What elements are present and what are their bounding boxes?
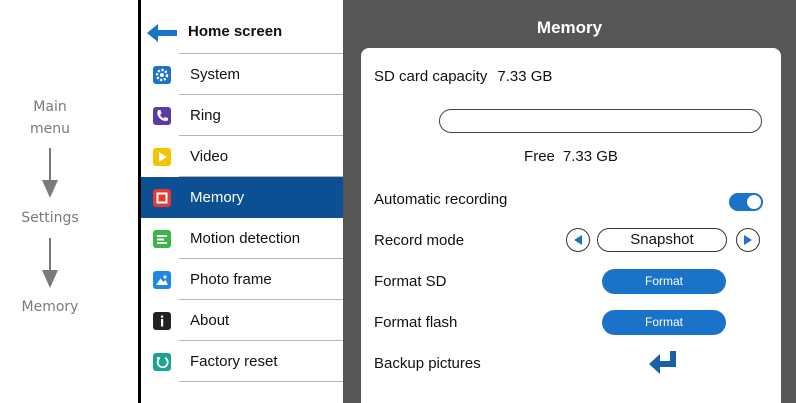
sidebar-item-label: System bbox=[190, 66, 241, 83]
home-screen-label: Home screen bbox=[188, 23, 283, 40]
memory-panel: Memory SD card capacity 7.33 GB Free 7.33 … bbox=[343, 0, 796, 403]
sd-capacity-label: SD card capacity bbox=[374, 68, 488, 85]
sd-capacity-row: SD card capacity 7.33 GB bbox=[374, 68, 552, 85]
toggle-knob bbox=[747, 195, 761, 209]
annotation-path: Main menu Settings Memory bbox=[0, 0, 138, 403]
format-flash-button[interactable]: Format bbox=[602, 310, 726, 335]
format-sd-button[interactable]: Format bbox=[602, 269, 726, 294]
info-icon bbox=[153, 312, 171, 330]
automatic-recording-toggle[interactable] bbox=[729, 193, 763, 211]
device-screen: Home screen System Ring Video Memory Mot… bbox=[138, 0, 796, 403]
page-title: Memory bbox=[536, 18, 603, 37]
format-sd-label: Format SD bbox=[374, 273, 447, 290]
home-screen-button[interactable]: Home screen bbox=[141, 12, 343, 54]
sidebar-item-photo-frame[interactable]: Photo frame bbox=[141, 259, 343, 300]
sidebar-item-memory[interactable]: Memory bbox=[141, 177, 343, 218]
photo-icon bbox=[153, 271, 171, 289]
play-icon bbox=[153, 148, 171, 166]
sd-capacity-value: 7.33 GB bbox=[497, 68, 553, 85]
record-mode-label: Record mode bbox=[374, 232, 465, 249]
memory-icon bbox=[153, 189, 171, 207]
free-space-value: 7.33 GB bbox=[562, 148, 618, 165]
down-arrow-icon bbox=[42, 238, 58, 288]
sidebar-item-label: Factory reset bbox=[190, 353, 278, 370]
triangle-right-icon bbox=[744, 235, 752, 245]
sidebar-item-label: Motion detection bbox=[190, 230, 301, 247]
automatic-recording-label: Automatic recording bbox=[374, 191, 508, 208]
divider bbox=[179, 381, 343, 382]
down-arrow-icon bbox=[42, 148, 58, 198]
sidebar-item-ring[interactable]: Ring bbox=[141, 95, 343, 136]
sidebar-item-label: Photo frame bbox=[190, 271, 272, 288]
sidebar-item-label: Memory bbox=[190, 189, 245, 206]
annotation-memory: Memory bbox=[21, 299, 79, 315]
enter-arrow-icon[interactable] bbox=[648, 350, 678, 376]
record-mode-prev-button[interactable] bbox=[566, 228, 590, 252]
settings-menu: Home screen System Ring Video Memory Mot… bbox=[141, 0, 343, 403]
memory-card: SD card capacity 7.33 GB Free 7.33 GB Auto… bbox=[361, 48, 781, 403]
record-mode-next-button[interactable] bbox=[736, 228, 760, 252]
sidebar-item-video[interactable]: Video bbox=[141, 136, 343, 177]
back-arrow-icon bbox=[147, 24, 177, 42]
free-space-row: Free 7.33 GB bbox=[361, 148, 781, 165]
sidebar-item-label: About bbox=[190, 312, 230, 329]
phone-icon bbox=[153, 107, 171, 125]
sidebar-item-about[interactable]: About bbox=[141, 300, 343, 341]
storage-usage-bar bbox=[439, 109, 762, 133]
triangle-left-icon bbox=[574, 235, 582, 245]
sidebar-item-label: Ring bbox=[190, 107, 221, 124]
motion-icon bbox=[153, 230, 171, 248]
sidebar-item-motion-detection[interactable]: Motion detection bbox=[141, 218, 343, 259]
sidebar-item-system[interactable]: System bbox=[141, 54, 343, 95]
free-space-label: Free bbox=[524, 148, 555, 165]
format-flash-label: Format flash bbox=[374, 314, 458, 331]
reset-icon bbox=[153, 353, 171, 371]
annotation-settings: Settings bbox=[21, 210, 79, 226]
record-mode-value: Snapshot bbox=[597, 228, 727, 252]
backup-pictures-label: Backup pictures bbox=[374, 355, 481, 372]
gear-icon bbox=[153, 66, 171, 84]
annotation-main-menu: Main menu bbox=[30, 99, 70, 137]
sidebar-item-label: Video bbox=[190, 148, 229, 165]
sidebar-item-factory-reset[interactable]: Factory reset bbox=[141, 341, 343, 382]
